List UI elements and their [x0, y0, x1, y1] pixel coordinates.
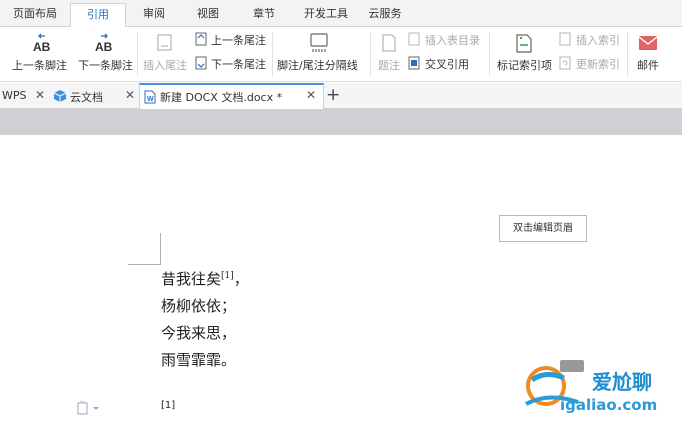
divider	[489, 32, 490, 76]
doc-tab-wps-label: WPS	[2, 89, 27, 102]
prev-endnote-button[interactable]: 上一条尾注	[193, 30, 269, 50]
prev-footnote-label: 上一条脚注	[12, 59, 67, 72]
mark-index-entry-icon	[516, 34, 532, 53]
poem-line-4: 雨雪霏霏。	[161, 351, 237, 369]
divider	[370, 32, 371, 76]
close-icon[interactable]: ✕	[125, 88, 135, 102]
divider	[137, 32, 138, 76]
update-index-label: 更新索引	[576, 58, 620, 71]
insert-table-of-figures-button[interactable]: 插入表目录	[406, 30, 484, 50]
insert-index-button[interactable]: 插入索引	[557, 30, 623, 50]
tab-chapter[interactable]: 章节	[244, 3, 284, 27]
edit-header-button[interactable]: 双击编辑页眉	[499, 215, 587, 242]
prev-footnote-button[interactable]: AB 上一条脚注	[10, 29, 72, 77]
cross-reference-button[interactable]: 交叉引用	[406, 54, 484, 74]
prev-endnote-icon	[195, 32, 207, 46]
watermark-domain: igaliao.com	[560, 396, 658, 414]
svg-text:AB: AB	[33, 40, 51, 54]
footnote-separator-label: 脚注/尾注分隔线	[277, 59, 358, 72]
tab-view[interactable]: 视图	[188, 3, 228, 27]
watermark-brand: 爱尬聊	[592, 370, 652, 394]
poem-line-1: 昔我往矣[1]，	[161, 268, 249, 289]
next-footnote-label: 下一条脚注	[78, 59, 133, 72]
margin-corner-mark	[128, 264, 161, 265]
mark-index-entry-label: 标记索引项	[497, 59, 552, 72]
mark-index-entry-button[interactable]: 标记索引项	[493, 29, 555, 77]
svg-text:AB: AB	[95, 40, 113, 54]
doc-tab-cloud-docs[interactable]: 云文档 ✕	[50, 83, 138, 109]
insert-endnote-icon	[157, 34, 172, 51]
tab-references[interactable]: 引用	[70, 3, 126, 27]
paste-options-icon[interactable]	[76, 400, 102, 416]
insert-index-label: 插入索引	[576, 34, 620, 47]
update-index-icon	[559, 56, 571, 70]
doc-tab-cloud-docs-label: 云文档	[70, 91, 103, 104]
insert-endnote-label: 插入尾注	[143, 59, 187, 72]
margin-corner-mark	[160, 233, 161, 264]
prev-endnote-label: 上一条尾注	[211, 34, 266, 47]
poem-line-2: 杨柳依依；	[161, 297, 237, 315]
caption-label: 题注	[378, 59, 400, 72]
mail-icon	[638, 36, 658, 50]
svg-text:W: W	[147, 96, 154, 103]
prev-footnote-icon: AB	[33, 33, 51, 54]
poem-line-1-text: 昔我往矣	[161, 270, 222, 288]
tab-review[interactable]: 审阅	[134, 3, 174, 27]
caption-button[interactable]: 题注	[374, 29, 404, 77]
next-endnote-icon	[195, 56, 207, 70]
tab-cloud-service[interactable]: 云服务	[363, 3, 407, 27]
next-endnote-button[interactable]: 下一条尾注	[193, 54, 269, 74]
word-doc-icon: W	[144, 90, 156, 104]
poem-line-3: 今我来思，	[161, 324, 237, 342]
toolbar-band	[0, 109, 682, 135]
insert-index-icon	[559, 32, 571, 46]
next-footnote-icon: AB	[95, 33, 113, 54]
footnote-reference[interactable]: [1]	[221, 271, 234, 281]
update-index-button[interactable]: 更新索引	[557, 54, 623, 74]
caption-icon	[382, 34, 396, 52]
insert-endnote-button[interactable]: 插入尾注	[141, 29, 191, 77]
tab-developer[interactable]: 开发工具	[297, 3, 355, 27]
poem-line-1-punct: ，	[233, 270, 249, 288]
next-footnote-button[interactable]: AB 下一条脚注	[76, 29, 134, 77]
document-tab-bar: WPS ✕ 云文档 ✕ W 新建 DOCX 文档.docx * ✕ +	[0, 83, 682, 109]
cloud-doc-icon	[53, 90, 67, 102]
mail-button[interactable]: 邮件	[631, 29, 665, 77]
cross-reference-icon	[408, 56, 420, 70]
next-endnote-label: 下一条尾注	[211, 58, 266, 71]
footnote-separator-button[interactable]: 脚注/尾注分隔线	[275, 29, 365, 79]
close-icon[interactable]: ✕	[35, 88, 45, 102]
insert-table-of-figures-label: 插入表目录	[425, 34, 480, 47]
doc-tab-wps[interactable]: WPS ✕	[0, 83, 46, 109]
cross-reference-label: 交叉引用	[425, 58, 469, 71]
divider	[272, 32, 273, 76]
doc-tab-active-label: 新建 DOCX 文档.docx *	[160, 91, 283, 104]
doc-tab-active-document[interactable]: W 新建 DOCX 文档.docx * ✕	[139, 83, 324, 109]
ribbon-panel: AB 上一条脚注 AB 下一条脚注 插入尾注 上一条尾注 下一条尾注 脚注/尾注…	[0, 27, 682, 82]
ribbon-tab-bar: 页面布局 引用 审阅 视图 章节 开发工具 云服务	[0, 0, 682, 27]
tab-page-layout[interactable]: 页面布局	[6, 3, 64, 27]
table-of-figures-icon	[408, 32, 420, 46]
divider	[627, 32, 628, 76]
new-tab-button[interactable]: +	[326, 85, 340, 105]
close-icon[interactable]: ✕	[306, 88, 316, 102]
mail-label: 邮件	[637, 59, 659, 72]
footnote-marker: [1]	[161, 400, 176, 411]
separator-line-icon	[310, 33, 328, 52]
